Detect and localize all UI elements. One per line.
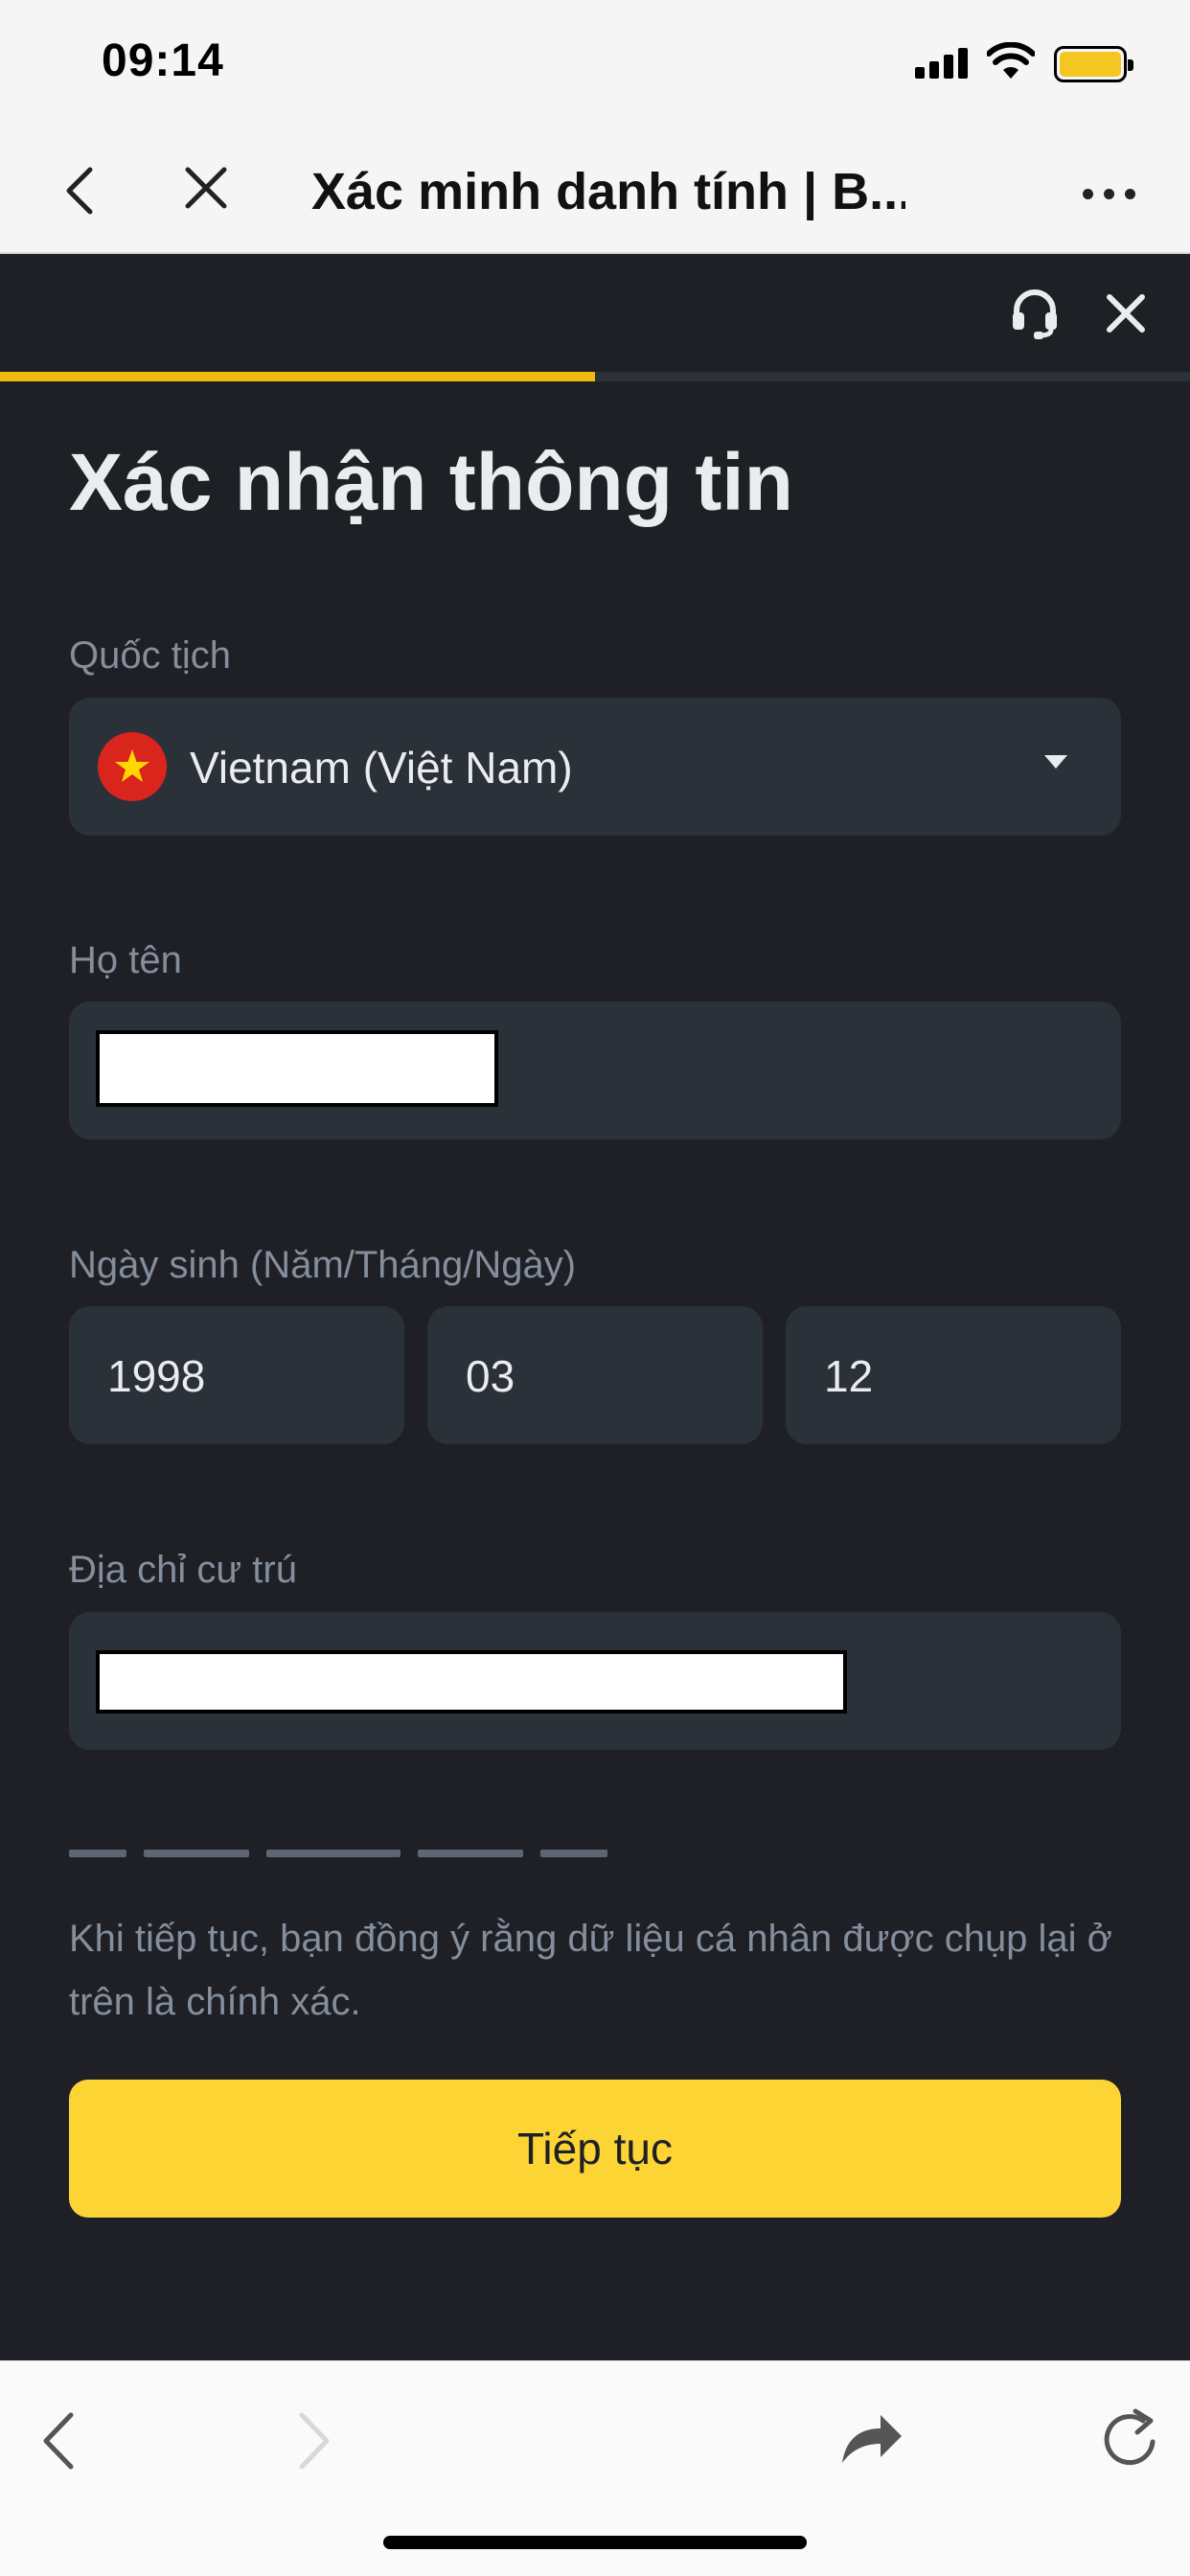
- status-time: 09:14: [102, 35, 224, 86]
- continue-button[interactable]: Tiếp tục: [69, 2080, 1121, 2218]
- close-icon[interactable]: [182, 164, 230, 212]
- page-title: Xác nhận thông tin: [69, 437, 793, 527]
- dob-day-field[interactable]: 12: [786, 1306, 1121, 1444]
- browser-nav-bar: Xác minh danh tính | B...: [0, 129, 1190, 254]
- reload-icon[interactable]: [1097, 2407, 1164, 2474]
- vietnam-flag-icon: [98, 732, 167, 801]
- dob-label: Ngày sinh (Năm/Tháng/Ngày): [69, 1244, 577, 1286]
- home-indicator[interactable]: [383, 2536, 807, 2549]
- redacted-name: [96, 1030, 498, 1107]
- nationality-label: Quốc tịch: [69, 634, 231, 677]
- scrolled-content: [69, 1850, 644, 1861]
- share-icon[interactable]: [838, 2407, 905, 2469]
- browser-title: Xác minh danh tính | B...: [311, 163, 905, 220]
- battery-icon: [1054, 46, 1133, 82]
- redacted-address: [96, 1650, 847, 1714]
- headset-icon[interactable]: [1011, 288, 1059, 339]
- full-name-field[interactable]: [69, 1001, 1121, 1139]
- nationality-value: Vietnam (Việt Nam): [190, 743, 573, 793]
- chevron-left-icon[interactable]: [57, 162, 105, 219]
- nationality-select[interactable]: Vietnam (Việt Nam): [69, 698, 1121, 836]
- address-label: Địa chỉ cư trú: [69, 1549, 297, 1591]
- dob-year-field[interactable]: 1998: [69, 1306, 404, 1444]
- dob-month-value: 03: [466, 1351, 515, 1401]
- dob-month-field[interactable]: 03: [427, 1306, 763, 1444]
- signal-icon: [915, 48, 969, 79]
- full-name-label: Họ tên: [69, 939, 182, 981]
- progress-fill: [0, 372, 595, 381]
- dob-day-value: 12: [824, 1351, 874, 1401]
- browser-toolbar: [0, 2360, 1190, 2576]
- status-bar: 09:14: [0, 0, 1190, 129]
- chevron-right-icon[interactable]: [292, 2409, 334, 2472]
- more-icon[interactable]: [1083, 189, 1136, 200]
- caret-down-icon: [1044, 755, 1067, 769]
- progress-bar: [0, 372, 1190, 381]
- close-icon[interactable]: [1104, 291, 1148, 335]
- wifi-icon: [987, 42, 1035, 79]
- address-field[interactable]: [69, 1612, 1121, 1750]
- chevron-left-icon[interactable]: [38, 2409, 80, 2472]
- disclaimer-text: Khi tiếp tục, bạn đồng ý rằng dữ liệu cá…: [69, 1918, 1112, 2023]
- dob-year-value: 1998: [107, 1351, 206, 1401]
